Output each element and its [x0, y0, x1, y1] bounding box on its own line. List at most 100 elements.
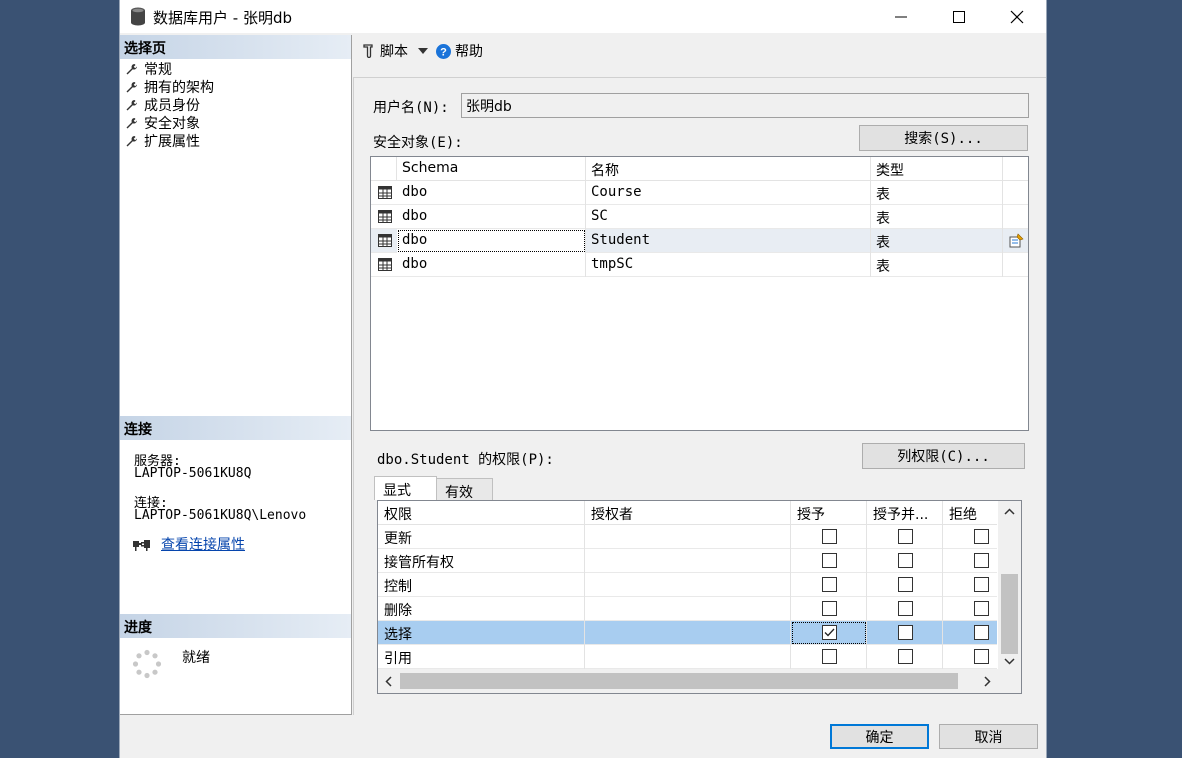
with-grant-checkbox[interactable]: [898, 625, 913, 640]
cell-type: 表: [871, 181, 1003, 205]
permission-row[interactable]: 控制: [378, 573, 997, 597]
maximize-button[interactable]: [930, 0, 988, 33]
grant-checkbox[interactable]: [822, 577, 837, 592]
permission-row[interactable]: 接管所有权: [378, 549, 997, 573]
deny-checkbox[interactable]: [974, 625, 989, 640]
deny-cell: [943, 621, 997, 645]
page-general[interactable]: 常规: [125, 60, 172, 78]
scroll-down-icon[interactable]: [1004, 658, 1015, 665]
table-row[interactable]: dbo SC 表: [371, 205, 1028, 229]
deny-checkbox[interactable]: [974, 649, 989, 664]
script-dropdown-icon[interactable]: [418, 48, 428, 54]
deny-checkbox[interactable]: [974, 601, 989, 616]
grantor-cell: [585, 597, 791, 621]
username-value: 张明db: [466, 99, 512, 115]
grant-cell: [791, 597, 867, 621]
col-deny[interactable]: 拒绝: [943, 501, 997, 525]
cell-name: Course: [586, 181, 871, 205]
permission-name: 更新: [378, 525, 585, 549]
minimize-button[interactable]: [872, 0, 930, 33]
close-button[interactable]: [988, 0, 1046, 33]
horizontal-scrollbar[interactable]: [378, 669, 1021, 693]
permission-name: 选择: [378, 621, 585, 645]
scroll-up-icon[interactable]: [1004, 508, 1015, 515]
col-schema[interactable]: Schema: [397, 157, 586, 181]
grant-cell: [791, 645, 867, 669]
col-grantor[interactable]: 授权者: [585, 501, 791, 525]
securables-header: Schema 名称 类型: [371, 157, 1028, 181]
progress-spinner-icon: [132, 649, 162, 679]
view-props-link[interactable]: 查看连接属性: [161, 534, 245, 554]
script-label: 脚本: [380, 44, 408, 60]
horizontal-scroll-thumb[interactable]: [400, 673, 958, 689]
grant-checkbox[interactable]: [822, 529, 837, 544]
permission-name: 删除: [378, 597, 585, 621]
server-value: LAPTOP-5061KU8Q: [134, 466, 252, 481]
col-with-grant[interactable]: 授予并...: [867, 501, 943, 525]
table-row[interactable]: dbo tmpSC 表: [371, 253, 1028, 277]
grant-checkbox[interactable]: [822, 625, 837, 640]
col-permission[interactable]: 权限: [378, 501, 585, 525]
view-connection-properties[interactable]: 查看连接属性: [132, 534, 245, 554]
window-title: 数据库用户 - 张明db: [153, 9, 292, 27]
with-grant-checkbox[interactable]: [898, 601, 913, 616]
username-field[interactable]: 张明db: [461, 93, 1029, 118]
vertical-scroll-thumb[interactable]: [1001, 574, 1018, 654]
ok-button[interactable]: 确定: [830, 724, 929, 749]
table-icon: [378, 210, 392, 223]
grant-cell: [791, 525, 867, 549]
vertical-scrollbar[interactable]: [998, 501, 1021, 671]
cell-name: Student: [586, 229, 871, 253]
with-grant-checkbox[interactable]: [898, 577, 913, 592]
col-grant[interactable]: 授予: [791, 501, 867, 525]
page-owned-schemas[interactable]: 拥有的架构: [125, 78, 214, 96]
deny-checkbox[interactable]: [974, 577, 989, 592]
with-grant-cell: [867, 573, 943, 597]
table-row-selected[interactable]: dbo Student 表: [371, 229, 1028, 253]
deny-cell: [943, 573, 997, 597]
permission-row[interactable]: 删除: [378, 597, 997, 621]
permission-row[interactable]: 引用: [378, 645, 997, 669]
deny-checkbox[interactable]: [974, 529, 989, 544]
deny-checkbox[interactable]: [974, 553, 989, 568]
search-button[interactable]: 搜索(S)...: [859, 125, 1028, 151]
page-securables[interactable]: 安全对象: [125, 114, 200, 132]
scroll-right-icon[interactable]: [984, 676, 991, 687]
column-permissions-button[interactable]: 列权限(C)...: [862, 443, 1025, 469]
with-grant-checkbox[interactable]: [898, 553, 913, 568]
permission-row[interactable]: 选择: [378, 621, 997, 645]
with-grant-checkbox[interactable]: [898, 529, 913, 544]
grant-checkbox[interactable]: [822, 553, 837, 568]
select-page-header: 选择页: [120, 35, 351, 59]
grantor-cell: [585, 573, 791, 597]
maximize-icon: [953, 10, 965, 23]
database-user-dialog: 数据库用户 - 张明db 选择页 常规 拥有的架构 成员身份 安全对象 扩展属性…: [119, 0, 1047, 758]
permissions-grid: 权限 授权者 授予 授予并... 拒绝 更新 接管所有权 控制 删除 选择 引用: [377, 500, 1022, 694]
page-extended-properties[interactable]: 扩展属性: [125, 132, 200, 150]
grant-checkbox[interactable]: [822, 601, 837, 616]
col-name[interactable]: 名称: [586, 157, 871, 181]
with-grant-checkbox[interactable]: [898, 649, 913, 664]
table-icon: [378, 258, 392, 271]
help-button[interactable]: ? 帮助: [436, 41, 483, 61]
page-label: 成员身份: [144, 98, 200, 114]
tab-explicit[interactable]: 显式: [374, 476, 437, 500]
script-button[interactable]: 脚本: [362, 41, 408, 61]
checkmark-icon: [824, 628, 835, 637]
grant-cell: [791, 573, 867, 597]
permissions-header: 权限 授权者 授予 授予并... 拒绝: [378, 501, 997, 525]
cell-name: SC: [586, 205, 871, 229]
permission-row[interactable]: 更新: [378, 525, 997, 549]
page-label: 安全对象: [144, 116, 200, 132]
minimize-icon: [895, 16, 907, 17]
tab-effective[interactable]: 有效: [436, 478, 493, 501]
table-icon: [378, 234, 392, 247]
cancel-button[interactable]: 取消: [939, 724, 1038, 749]
scroll-left-icon[interactable]: [385, 676, 392, 687]
table-row[interactable]: dbo Course 表: [371, 181, 1028, 205]
grant-checkbox[interactable]: [822, 649, 837, 664]
col-type[interactable]: 类型: [871, 157, 1003, 181]
page-membership[interactable]: 成员身份: [125, 96, 200, 114]
permissions-label: dbo.Student 的权限(P):: [377, 452, 554, 468]
edit-properties-icon[interactable]: [1008, 233, 1024, 249]
